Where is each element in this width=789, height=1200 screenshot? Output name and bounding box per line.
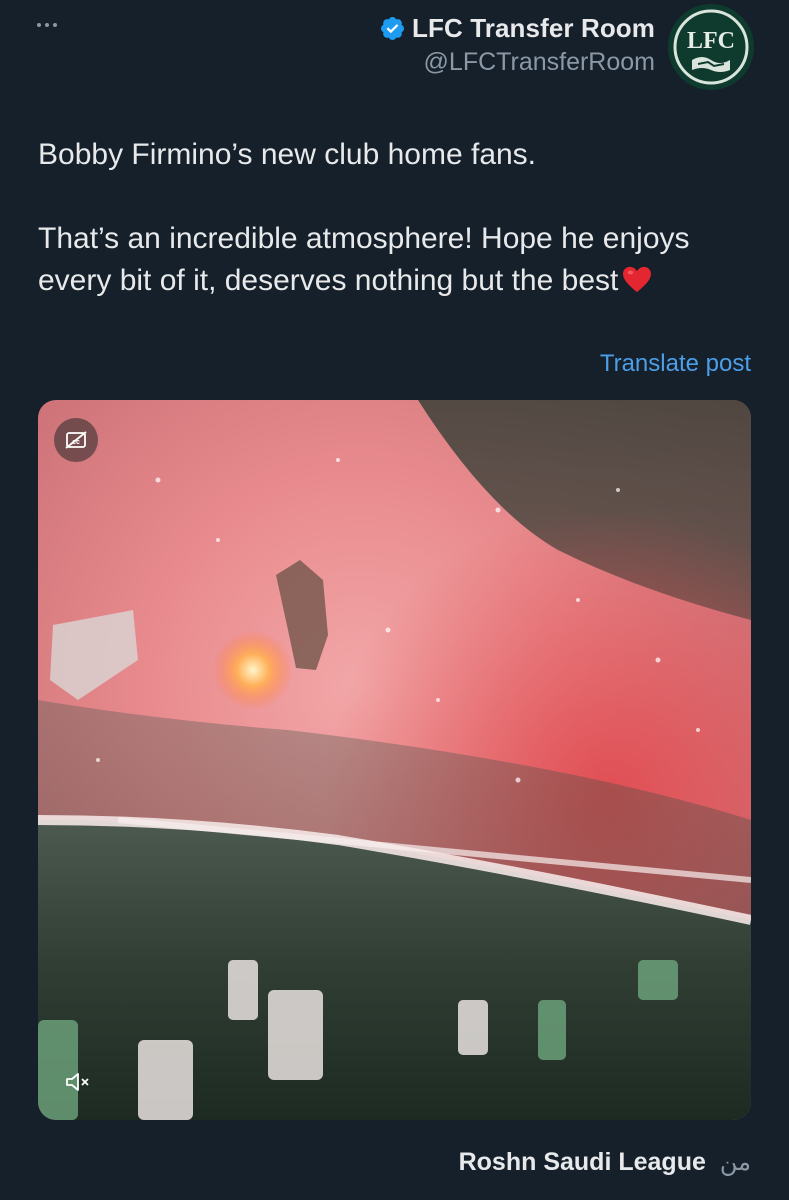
tweet-line-2: That’s an incredible atmosphere! Hope he…: [38, 218, 748, 302]
red-heart-icon: [623, 266, 652, 293]
author-name-row: LFC Transfer Room: [379, 10, 655, 46]
tweet-line-2-text: That’s an incredible atmosphere! Hope he…: [38, 222, 690, 297]
volume-muted-icon: [66, 1073, 89, 1091]
unmute-button[interactable]: [56, 1060, 100, 1104]
tweet-line-1: Bobby Firmino’s new club home fans.: [38, 138, 537, 171]
more-dot: [37, 23, 41, 27]
lfc-logo: LFC: [670, 6, 752, 88]
tweet-location[interactable]: Roshn Saudi League من: [459, 1148, 751, 1177]
more-dot: [53, 23, 57, 27]
avatar[interactable]: LFC: [668, 4, 754, 90]
author-display-name[interactable]: LFC Transfer Room: [412, 13, 655, 44]
translate-post-link[interactable]: Translate post: [600, 350, 751, 378]
more-options-button[interactable]: [30, 14, 64, 36]
avatar-logo-text: LFC: [687, 28, 735, 54]
author-block[interactable]: LFC Transfer Room @LFCTransferRoom: [379, 10, 655, 77]
author-handle[interactable]: @LFCTransferRoom: [379, 48, 655, 77]
stadium-scene-image: [38, 400, 751, 1120]
tweet-video[interactable]: cc: [38, 400, 751, 1120]
more-dot: [45, 23, 49, 27]
location-name[interactable]: Roshn Saudi League: [459, 1148, 706, 1177]
tweet-text: Bobby Firmino’s new club home fans. That…: [38, 134, 748, 302]
location-prefix: من: [719, 1148, 751, 1176]
captions-toggle-button[interactable]: cc: [54, 418, 98, 462]
closed-captions-off-icon: cc: [65, 431, 87, 449]
verified-badge-icon: [381, 16, 405, 40]
